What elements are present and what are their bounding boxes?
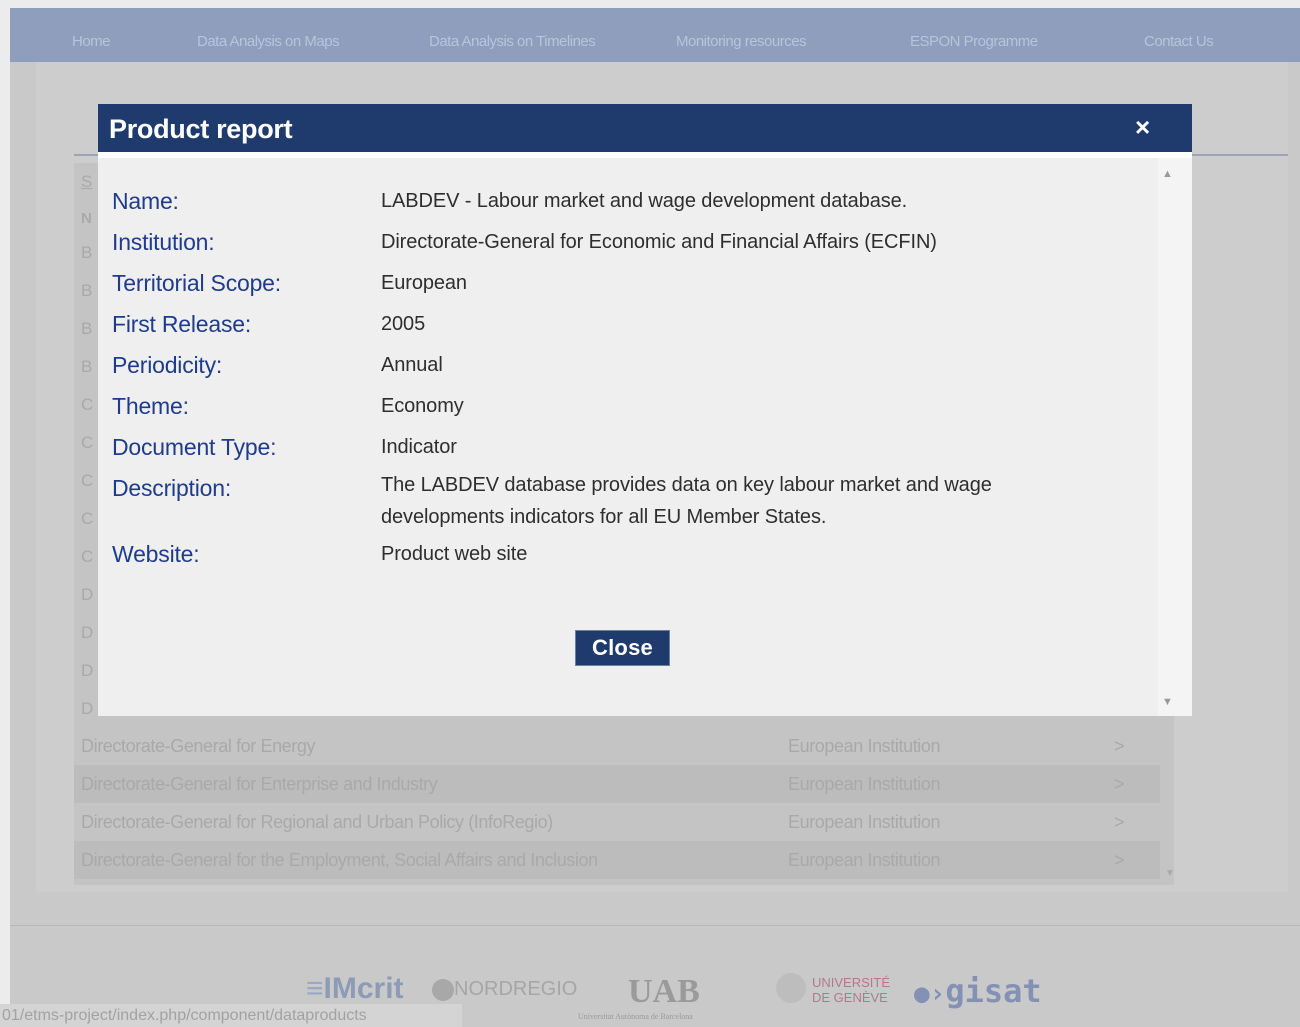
field-label-first-release: First Release: — [112, 311, 252, 337]
row-institution-name: Directorate-General for Regional and Urb… — [81, 812, 553, 832]
nav-home[interactable]: Home — [72, 33, 111, 50]
row-institution-name: Directorate-General for Energy — [81, 736, 316, 756]
gisat-logo-text: gisat — [945, 972, 1042, 1010]
main-nav: Home Data Analysis on Maps Data Analysis… — [10, 8, 1300, 62]
uab-logo-caption: Universitat Autònoma de Barcelona — [578, 1012, 693, 1021]
geneve-logo: UNIVERSITÉ DE GENÈVE — [812, 975, 891, 1005]
dialog-body: Name: LABDEV - Labour market and wage de… — [98, 158, 1158, 716]
website-link[interactable]: Product web site — [381, 543, 527, 566]
field-value-first-release: 2005 — [381, 313, 426, 335]
row-institution-type: European Institution — [788, 812, 941, 832]
field-value-theme: Economy — [381, 395, 464, 417]
row-institution-type: European Institution — [788, 774, 941, 794]
field-label-document-type: Document Type: — [112, 434, 277, 460]
field-value-territorial-scope: European — [381, 272, 467, 294]
row-institution-type: European Institution — [788, 736, 941, 756]
mcrit-logo: ≡IMcrit — [306, 972, 404, 1005]
field-label-territorial-scope: Territorial Scope: — [112, 270, 281, 296]
row-open-arrow[interactable]: > — [1114, 736, 1125, 757]
table-row[interactable]: Directorate-General for Energy European … — [74, 727, 1160, 765]
close-icon[interactable]: × — [1135, 112, 1150, 143]
product-report-dialog: Product report × Name: LABDEV - Labour m… — [98, 104, 1192, 716]
uab-logo: UAB — [628, 973, 700, 1010]
table-row-letter: C — [81, 433, 94, 452]
table-row-letter: C — [81, 471, 94, 490]
scroll-up-icon[interactable]: ▲ — [1162, 168, 1173, 180]
close-button[interactable]: Close — [575, 630, 670, 666]
nordregio-logo-text: NORDREGIO — [454, 978, 578, 1000]
field-label-institution: Institution: — [112, 229, 215, 255]
row-open-arrow[interactable]: > — [1114, 850, 1125, 871]
table-row-letter: B — [81, 281, 93, 300]
window-frame-left — [0, 0, 10, 1027]
table-row-letter: C — [81, 395, 94, 414]
nav-data-analysis-timelines[interactable]: Data Analysis on Timelines — [429, 33, 596, 50]
field-label-description: Description: — [112, 475, 232, 501]
table-row[interactable]: Directorate-General for Regional and Urb… — [74, 803, 1160, 841]
table-row-letter: D — [81, 585, 94, 604]
table-row[interactable]: Directorate-General for the Employment, … — [74, 841, 1160, 879]
table-row-letter: B — [81, 243, 93, 262]
table-search-link[interactable]: S — [81, 172, 92, 192]
dialog-scrollbar[interactable] — [1158, 158, 1192, 716]
field-label-name: Name: — [112, 188, 179, 214]
mcrit-logo-text: IMcrit — [323, 972, 404, 1005]
nav-data-analysis-maps[interactable]: Data Analysis on Maps — [197, 33, 340, 50]
row-institution-name: Directorate-General for Enterprise and I… — [81, 774, 438, 794]
field-value-institution: Directorate-General for Economic and Fin… — [381, 231, 937, 253]
field-value-periodicity: Annual — [381, 354, 443, 376]
field-label-theme: Theme: — [112, 393, 189, 419]
row-open-arrow[interactable]: > — [1114, 774, 1125, 795]
nav-espon-programme[interactable]: ESPON Programme — [910, 33, 1038, 50]
table-row-letter: B — [81, 357, 93, 376]
gisat-logo: ●›gisat — [914, 972, 1042, 1010]
table-row-letter: C — [81, 509, 94, 528]
field-value-description: The LABDEV database provides data on key… — [381, 474, 992, 528]
nordregio-logo: NORDREGIO — [432, 978, 577, 1001]
nav-monitoring-resources[interactable]: Monitoring resources — [676, 33, 807, 50]
nav-contact-us[interactable]: Contact Us — [1144, 33, 1214, 50]
table-row[interactable]: Directorate-General for Enterprise and I… — [74, 765, 1160, 803]
window-frame-top — [0, 0, 1300, 8]
row-open-arrow[interactable]: > — [1114, 812, 1125, 833]
row-institution-name: Directorate-General for the Employment, … — [81, 850, 598, 870]
table-column-header: N — [81, 210, 92, 227]
field-value-name: LABDEV - Labour market and wage developm… — [381, 190, 908, 212]
table-row-letter: D — [81, 661, 94, 680]
table-row-letter: C — [81, 547, 94, 566]
table-row-letter: D — [81, 623, 94, 642]
dialog-header: Product report × — [98, 104, 1192, 152]
table-row-letter: B — [81, 319, 93, 338]
footer-divider — [10, 925, 1300, 926]
dialog-title: Product report — [109, 114, 293, 144]
field-value-document-type: Indicator — [381, 436, 457, 458]
field-label-periodicity: Periodicity: — [112, 352, 223, 378]
table-row-letter: D — [81, 699, 94, 718]
row-institution-type: European Institution — [788, 850, 941, 870]
status-bar-url: 01/etms-project/index.php/component/data… — [0, 1004, 462, 1027]
geneve-seal-icon — [776, 973, 806, 1003]
scroll-down-icon[interactable]: ▼ — [1162, 696, 1173, 708]
table-scroll-down-icon[interactable]: ▼ — [1165, 868, 1175, 879]
field-label-website: Website: — [112, 541, 200, 567]
